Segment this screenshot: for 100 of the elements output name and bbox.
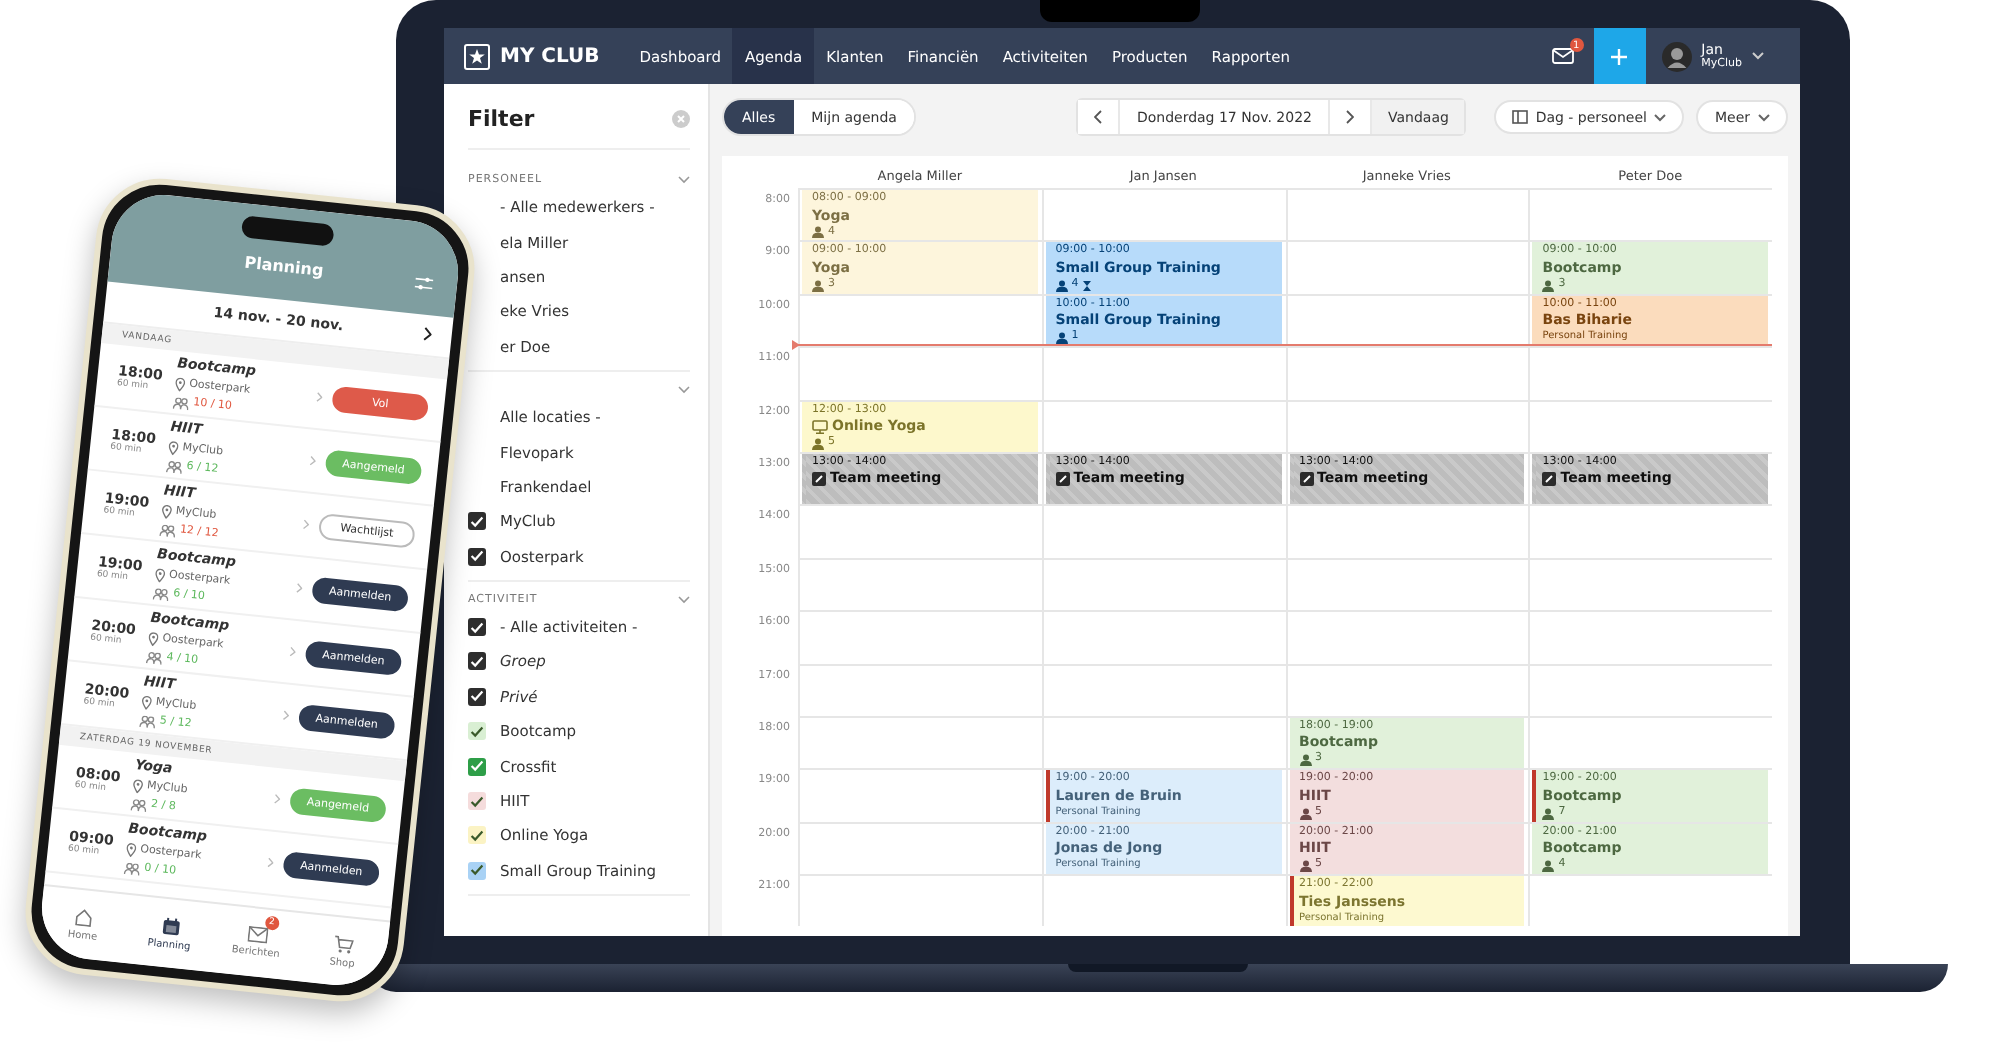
edit-icon <box>1542 472 1557 487</box>
home-icon <box>74 906 95 927</box>
time-slot[interactable] <box>1528 715 1772 769</box>
chevron-down-icon[interactable] <box>678 595 690 604</box>
filter-icon[interactable] <box>414 275 434 292</box>
time-slot[interactable] <box>1041 399 1285 452</box>
time-slot[interactable] <box>798 557 1042 611</box>
monitor-icon <box>812 420 828 435</box>
time-slot[interactable] <box>798 821 1042 875</box>
time-slot[interactable] <box>1285 504 1529 558</box>
chevron-right-icon <box>273 793 281 805</box>
person-icon <box>1055 279 1068 292</box>
time-slot[interactable] <box>1285 399 1529 452</box>
checkbox[interactable] <box>468 757 486 776</box>
time-slot[interactable] <box>798 346 1042 400</box>
checkbox[interactable] <box>468 512 486 531</box>
time-slot[interactable] <box>1285 188 1529 241</box>
avatar-icon[interactable] <box>1661 41 1692 71</box>
clear-icon[interactable] <box>672 109 690 127</box>
time-slot[interactable] <box>1285 557 1529 611</box>
person-icon <box>812 226 824 239</box>
calendar-icon <box>161 915 181 936</box>
chevron-right-icon <box>267 857 275 868</box>
chevron-right-icon <box>1345 110 1354 124</box>
cart-icon <box>333 933 355 954</box>
chevron-right-icon[interactable] <box>423 326 433 342</box>
panel-title: Filter <box>468 105 535 131</box>
time-slot[interactable] <box>1528 346 1772 400</box>
time-slot[interactable] <box>1041 346 1285 400</box>
time-slot[interactable] <box>798 768 1042 822</box>
envelope-icon <box>246 925 269 944</box>
time-slot[interactable] <box>1285 346 1529 400</box>
time-slot[interactable] <box>1528 663 1772 716</box>
caret-icon <box>1758 113 1770 121</box>
columns-icon <box>1511 110 1528 124</box>
time-slot[interactable] <box>798 663 1042 716</box>
time-slot[interactable] <box>1285 240 1529 294</box>
caret-icon[interactable] <box>1752 52 1764 60</box>
pin-icon <box>147 631 160 647</box>
person-icon <box>1299 807 1311 820</box>
time-slot[interactable] <box>1285 610 1529 664</box>
edit-icon <box>812 472 826 487</box>
time-slot[interactable] <box>798 715 1042 769</box>
time-slot[interactable] <box>1528 874 1772 927</box>
time-slot[interactable] <box>1041 874 1285 927</box>
person-icon <box>1055 332 1068 345</box>
time-slot[interactable] <box>1041 504 1285 558</box>
time-slot[interactable] <box>798 504 1042 558</box>
person-icon <box>1542 279 1555 292</box>
chevron-right-icon <box>316 391 324 403</box>
person-icon <box>1299 859 1311 872</box>
time-slot[interactable] <box>1041 610 1285 664</box>
add-button[interactable] <box>1593 28 1646 84</box>
pin-icon <box>174 376 186 392</box>
chevron-right-icon <box>302 519 310 530</box>
time-slot[interactable] <box>1528 399 1772 452</box>
person-icon <box>1299 754 1311 767</box>
time-slot[interactable] <box>798 610 1042 664</box>
time-slot[interactable] <box>1528 610 1772 664</box>
edit-icon <box>1299 472 1313 487</box>
camera-notch <box>240 215 335 247</box>
time-slot[interactable] <box>1041 715 1285 769</box>
plus-icon <box>1610 47 1629 65</box>
hourglass-icon <box>1082 279 1093 292</box>
envelope-icon[interactable] <box>1551 48 1574 64</box>
previous-button[interactable] <box>1078 100 1121 134</box>
chevron-right-icon <box>295 582 303 594</box>
time-slot[interactable] <box>1041 188 1285 241</box>
pin-icon <box>161 503 173 519</box>
chevron-left-icon <box>1094 110 1103 124</box>
checkbox[interactable] <box>468 652 486 671</box>
time-slot[interactable] <box>798 874 1042 927</box>
checkbox[interactable] <box>468 547 486 566</box>
people-icon <box>165 459 184 474</box>
people-icon <box>130 797 148 812</box>
chevron-down-icon[interactable] <box>678 385 690 394</box>
people-icon <box>159 523 177 537</box>
chevron-right-icon <box>289 646 297 658</box>
time-slot[interactable] <box>1285 663 1529 716</box>
edit-icon <box>1055 472 1070 487</box>
time-slot[interactable] <box>1041 663 1285 716</box>
people-icon <box>145 650 163 665</box>
time-slot[interactable] <box>1528 188 1772 241</box>
time-slot[interactable] <box>1528 504 1772 558</box>
pin-icon <box>132 778 144 794</box>
checkbox[interactable] <box>468 687 486 706</box>
time-slot[interactable] <box>1528 557 1772 611</box>
pin-icon <box>141 694 153 710</box>
checkbox[interactable] <box>468 618 486 637</box>
chevron-right-icon <box>309 455 317 467</box>
pin-icon <box>125 842 137 857</box>
pin-icon <box>167 440 180 456</box>
chevron-down-icon[interactable] <box>678 176 690 184</box>
person-icon <box>812 279 824 292</box>
screen-title: Planning <box>243 253 325 280</box>
people-icon <box>152 586 170 601</box>
people-icon <box>172 396 190 410</box>
caret-icon <box>1654 113 1667 121</box>
people-icon <box>123 861 141 875</box>
time-slot[interactable] <box>1041 557 1285 611</box>
